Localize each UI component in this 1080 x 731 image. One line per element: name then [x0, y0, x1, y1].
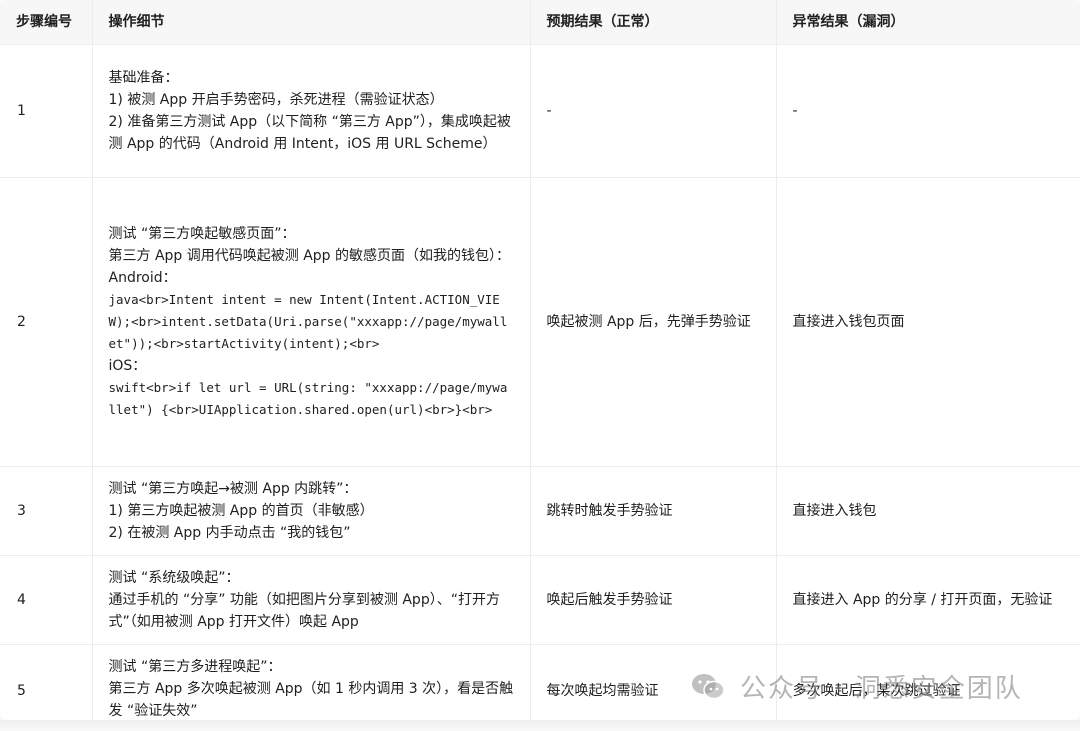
step-number: 4 — [0, 555, 93, 645]
abnormal-cell: 多次唤起后，某次跳过验证 — [776, 644, 1080, 720]
step-number: 3 — [0, 466, 93, 556]
detail-cell: 测试 “第三方唤起→被测 App 内跳转”： 1) 第三方唤起被测 App 的首… — [92, 466, 531, 556]
header-detail: 操作细节 — [92, 0, 531, 45]
android-code: java<br>Intent intent = new Intent(Inten… — [108, 292, 508, 351]
table-row: 4 测试 “系统级唤起”： 通过手机的 “分享” 功能（如把图片分享到被测 Ap… — [0, 555, 1080, 645]
steps-table: 步骤编号 操作细节 预期结果（正常） 异常结果（漏洞） 1 基础准备： 1) 被… — [0, 0, 1080, 720]
expected-cell: - — [530, 44, 777, 178]
expected-cell: 唤起后触发手势验证 — [530, 555, 777, 645]
step-number: 5 — [0, 644, 93, 720]
detail-line: 测试 “第三方唤起→被测 App 内跳转”： — [108, 481, 358, 497]
expected-cell: 每次唤起均需验证 — [530, 644, 777, 720]
header-expected: 预期结果（正常） — [530, 0, 777, 45]
abnormal-cell: - — [776, 44, 1080, 178]
header-abnormal: 异常结果（漏洞） — [776, 0, 1080, 45]
table-header-row: 步骤编号 操作细节 预期结果（正常） 异常结果（漏洞） — [0, 0, 1080, 45]
header-step: 步骤编号 — [0, 0, 93, 45]
table-row: 5 测试 “第三方多进程唤起”： 第三方 App 多次唤起被测 App（如 1 … — [0, 644, 1080, 720]
expected-cell: 唤起被测 App 后，先弹手势验证 — [530, 177, 777, 467]
page-bottom-shade — [0, 720, 1080, 731]
abnormal-cell: 直接进入钱包 — [776, 466, 1080, 556]
detail-cell: 基础准备： 1) 被测 App 开启手势密码，杀死进程（需验证状态） 2) 准备… — [92, 44, 531, 178]
abnormal-cell: 直接进入 App 的分享 / 打开页面，无验证 — [776, 555, 1080, 645]
detail-line: 2) 在被测 App 内手动点击 “我的钱包” — [108, 525, 351, 541]
ios-code: swift<br>if let url = URL(string: "xxxap… — [108, 380, 508, 417]
ios-label: iOS： — [108, 358, 147, 374]
step-number: 2 — [0, 177, 93, 467]
detail-cell: 测试 “系统级唤起”： 通过手机的 “分享” 功能（如把图片分享到被测 App）… — [92, 555, 531, 645]
detail-line: 1) 被测 App 开启手势密码，杀死进程（需验证状态） — [108, 92, 444, 108]
detail-line: 第三方 App 多次唤起被测 App（如 1 秒内调用 3 次），看是否触发 “… — [108, 681, 514, 719]
step-number: 1 — [0, 44, 93, 178]
table-row: 1 基础准备： 1) 被测 App 开启手势密码，杀死进程（需验证状态） 2) … — [0, 44, 1080, 178]
detail-line: 1) 第三方唤起被测 App 的首页（非敏感） — [108, 503, 374, 519]
detail-line: Android： — [108, 270, 177, 286]
detail-line: 通过手机的 “分享” 功能（如把图片分享到被测 App）、“打开方式”（如用被测… — [108, 592, 500, 630]
table-row: 2 测试 “第三方唤起敏感页面”： 第三方 App 调用代码唤起被测 App 的… — [0, 177, 1080, 467]
detail-line: 测试 “第三方唤起敏感页面”： — [108, 226, 296, 242]
table-row: 3 测试 “第三方唤起→被测 App 内跳转”： 1) 第三方唤起被测 App … — [0, 466, 1080, 556]
detail-cell: 测试 “第三方唤起敏感页面”： 第三方 App 调用代码唤起被测 App 的敏感… — [92, 177, 531, 467]
detail-line: 测试 “第三方多进程唤起”： — [108, 659, 282, 675]
detail-line: 测试 “系统级唤起”： — [108, 570, 240, 586]
detail-cell: 测试 “第三方多进程唤起”： 第三方 App 多次唤起被测 App（如 1 秒内… — [92, 644, 531, 720]
abnormal-cell: 直接进入钱包页面 — [776, 177, 1080, 467]
expected-cell: 跳转时触发手势验证 — [530, 466, 777, 556]
detail-line: 2) 准备第三方测试 App（以下简称 “第三方 App”），集成唤起被测 Ap… — [108, 114, 511, 152]
detail-line: 第三方 App 调用代码唤起被测 App 的敏感页面（如我的钱包）： — [108, 248, 511, 264]
detail-line: 基础准备： — [108, 70, 179, 86]
steps-table-card: 步骤编号 操作细节 预期结果（正常） 异常结果（漏洞） 1 基础准备： 1) 被… — [0, 0, 1080, 720]
